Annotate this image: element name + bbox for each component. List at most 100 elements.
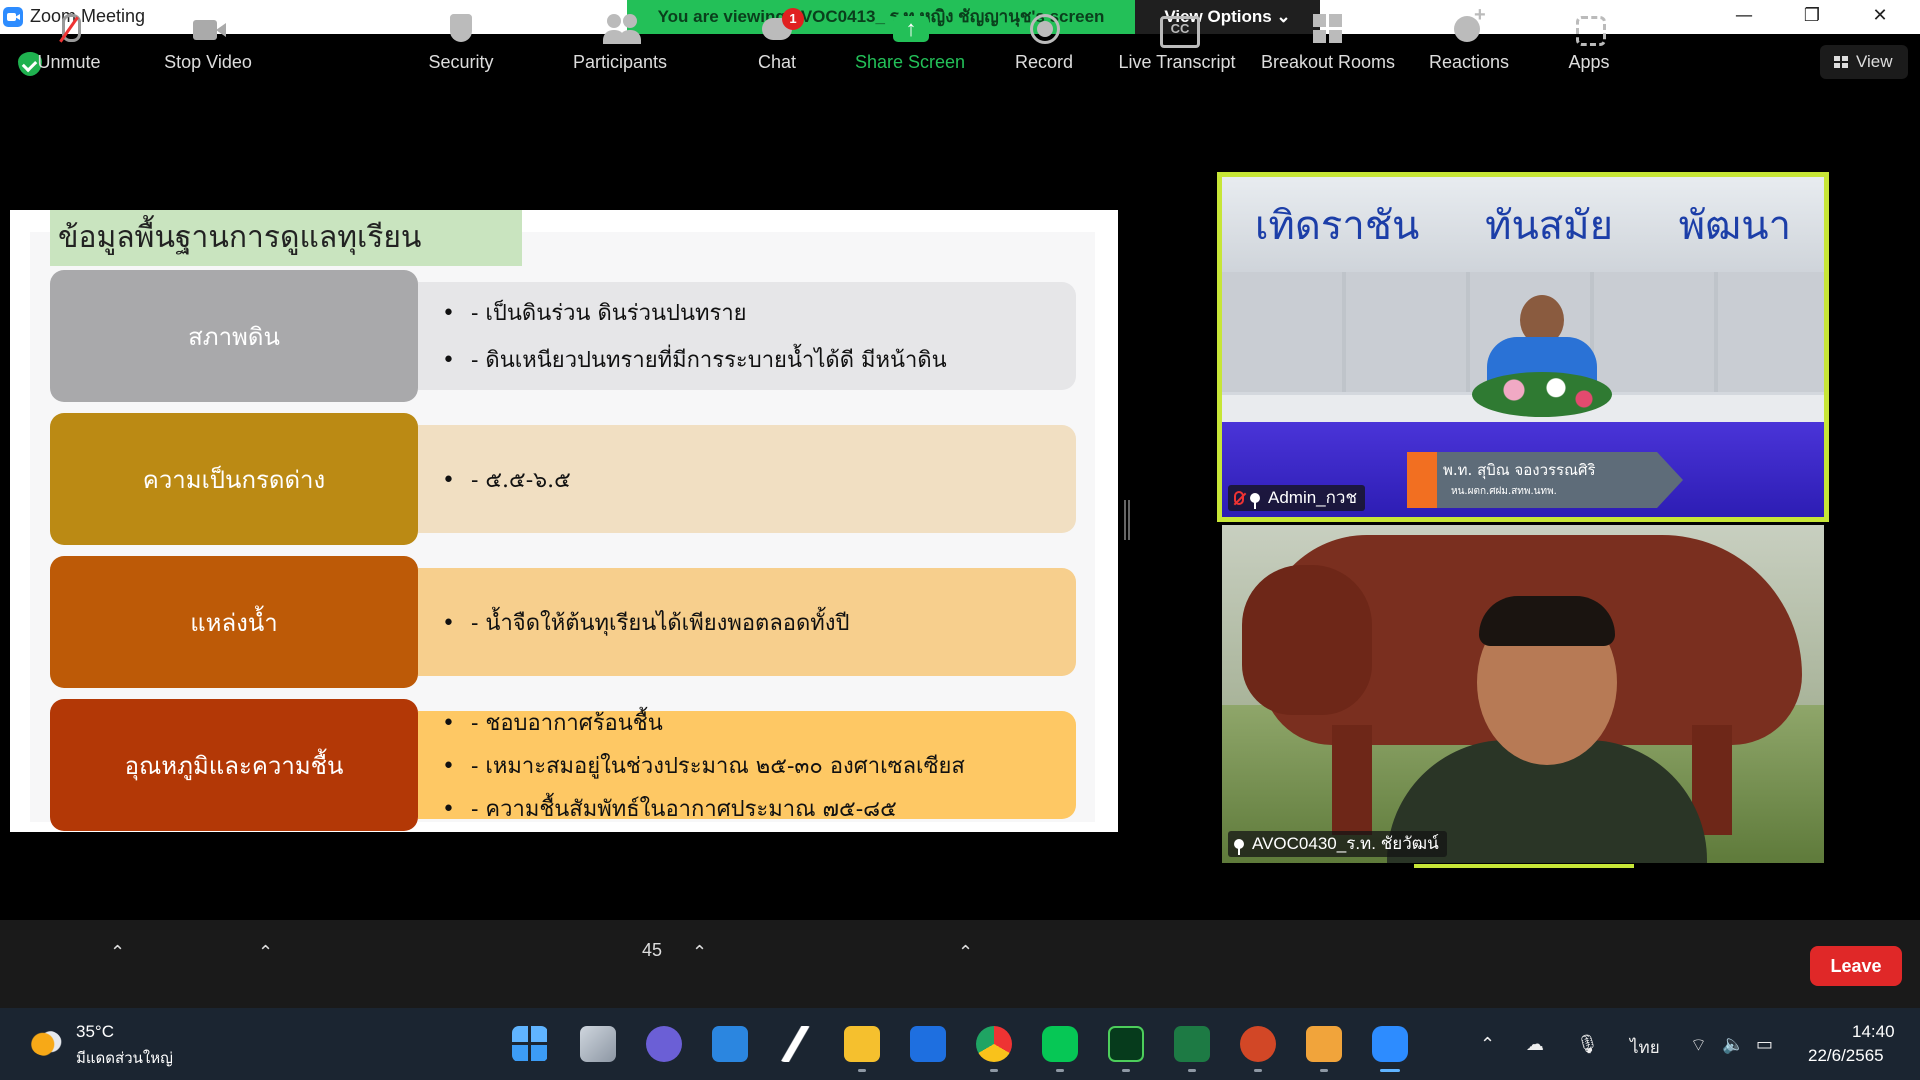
name-plate-line2: หน.ผตก.ศฝม.สทพ.นทพ. [1451,486,1557,497]
share-screen-icon [893,14,929,46]
participant-name: AVOC0430_ร.ท. ชัยวัฒน์ [1252,834,1439,853]
banner-word: เทิดราชัน [1254,202,1420,249]
row-label: สภาพดิน [50,270,418,402]
bullet-line: - ชอบอากาศร้อนชื้น [442,705,1076,740]
row-body: - ชอบอากาศร้อนชื้น - เหมาะสมอยู่ในช่วงปร… [418,711,1076,822]
speaker-name-plate: พ.ท. สุบิณ จองวรรณศิริ หน.ผตก.ศฝม.สทพ.นท… [1407,452,1683,508]
wifi-icon[interactable]: ⌔ [1690,1034,1707,1057]
participant-name-label: AVOC0430_ร.ท. ชัยวัฒน์ [1228,831,1447,857]
start-menu-icon[interactable] [512,1026,548,1062]
close-window-button[interactable]: ✕ [1846,0,1914,34]
security-button[interactable]: Security [418,14,504,84]
battery-icon[interactable]: ▭ [1756,1034,1773,1055]
line-app-icon[interactable] [1042,1026,1078,1062]
security-label: Security [428,52,494,72]
video-options-caret[interactable]: ⌃ [258,942,273,1012]
chrome-icon[interactable] [976,1026,1012,1062]
dreamweaver-icon[interactable] [1108,1026,1144,1062]
unmute-label: Unmute [37,52,101,72]
participants-options-caret[interactable]: ⌃ [692,942,707,1012]
participants-label: Participants [572,52,668,72]
audio-options-caret[interactable]: ⌃ [110,942,125,1012]
weather-temperature[interactable]: 35°C [76,1022,114,1042]
view-label: View [1856,52,1893,71]
minimize-button[interactable]: — [1710,0,1778,34]
show-hidden-icons-chevron[interactable]: ⌃ [1480,1034,1495,1055]
clock-time[interactable]: 14:40 [1852,1022,1895,1042]
microphone-tray-icon[interactable]: 🎙 [1576,1034,1599,1055]
participant-name: Admin_กวช [1268,488,1358,507]
dropbox-icon[interactable] [910,1026,946,1062]
mic-muted-icon [1234,491,1244,505]
running-indicator [1188,1069,1196,1072]
input-language[interactable]: ไทย [1630,1034,1660,1061]
unmute-button[interactable]: Unmute [22,14,116,84]
smiley-plus-icon [1452,4,1486,46]
record-button[interactable]: Record [1006,14,1082,84]
teams-chat-icon[interactable] [646,1026,682,1062]
live-transcript-button[interactable]: Live Transcript [1112,14,1242,84]
restore-button[interactable]: ❐ [1778,0,1846,34]
running-indicator [1320,1069,1328,1072]
share-options-caret[interactable]: ⌃ [958,942,973,1012]
running-indicator [1056,1069,1064,1072]
weather-sun-cloud-icon[interactable] [30,1030,62,1056]
view-layout-button[interactable]: View [1820,45,1908,79]
bullet-line: - ดินเหนียวปนทรายที่มีการระบายน้ำได้ดี ม… [442,342,1076,377]
grid-icon [1834,56,1848,68]
row-label: อุณหภูมิและความชื้น [50,699,418,831]
row-label: ความเป็นกรดด่าง [50,413,418,545]
flower-arrangement [1472,372,1612,417]
powerpoint-icon[interactable] [1240,1026,1276,1062]
participants-button[interactable]: Participants [566,14,674,84]
row-body: - ๕.๕-๖.๕ [418,425,1076,533]
reactions-button[interactable]: Reactions [1424,4,1514,84]
backdrop-banner: เทิดราชัน ทันสมัย พัฒนา [1222,177,1824,272]
reactions-label: Reactions [1428,52,1510,72]
slide-row-water: แหล่งน้ำ - น้ำจืดให้ต้นทุเรียนได้เพียงพอ… [50,556,1085,688]
live-transcript-label: Live Transcript [1118,52,1236,72]
bullet-line: - ความชื้นสัมพัทธ์ในอากาศประมาณ ๗๕-๘๕ [442,791,1076,826]
pin-icon [1234,839,1244,855]
video-tile-speaker[interactable]: AVOC0430_ร.ท. ชัยวัฒน์ [1222,525,1824,863]
row-body: - เป็นดินร่วน ดินร่วนปนทราย - ดินเหนียวป… [418,282,1076,390]
participant-video-person [1387,596,1707,863]
bullet-line: - น้ำจืดให้ต้นทุเรียนได้เพียงพอตลอดทั้งป… [442,605,1076,640]
chat-button[interactable]: 1 Chat [746,8,808,84]
lightning-app-icon[interactable] [778,1026,814,1062]
running-indicator [1122,1069,1130,1072]
share-screen-label: Share Screen [854,52,966,72]
leave-button[interactable]: Leave [1810,946,1902,986]
stop-video-button[interactable]: Stop Video [156,14,260,84]
slide-row-ph: ความเป็นกรดด่าง - ๕.๕-๖.๕ [50,413,1085,545]
apps-label: Apps [1568,52,1610,72]
excel-icon[interactable] [1174,1026,1210,1062]
media-player-icon[interactable] [1306,1026,1342,1062]
record-label: Record [1014,52,1074,72]
file-explorer-icon[interactable] [844,1026,880,1062]
onedrive-cloud-icon[interactable]: ☁ [1526,1034,1544,1055]
apps-icon [1572,14,1606,46]
mail-icon[interactable] [712,1026,748,1062]
running-indicator [858,1069,866,1072]
video-tile-admin[interactable]: เทิดราชัน ทันสมัย พัฒนา พ.ท. สุบิณ จองวร… [1217,172,1829,522]
zoom-app-icon [3,7,23,27]
split-resize-handle[interactable] [1124,500,1130,540]
participants-count: 45 [642,940,663,960]
apps-button[interactable]: Apps [1560,14,1618,84]
banner-word: พัฒนา [1678,202,1792,249]
volume-icon[interactable]: 🔈 [1722,1034,1744,1055]
task-view-icon[interactable] [580,1026,616,1062]
clock-date[interactable]: 22/6/2565 [1808,1046,1884,1066]
share-screen-button[interactable]: Share Screen [852,14,968,84]
participant-name-label: Admin_กวช [1228,485,1366,511]
slide-title: ข้อมูลพื้นฐานการดูแลทุเรียน [50,210,522,266]
name-plate-line1: พ.ท. สุบิณ จองวรรณศิริ [1443,461,1596,479]
chat-bubble-icon: 1 [760,8,804,46]
breakout-rooms-button[interactable]: Breakout Rooms [1258,14,1398,84]
security-shield-icon [444,14,478,46]
chat-label: Chat [757,52,797,72]
zoom-taskbar-icon[interactable] [1372,1026,1408,1062]
weather-description[interactable]: มีแดดส่วนใหญ่ [76,1046,173,1070]
slide-row-soil: สภาพดิน - เป็นดินร่วน ดินร่วนปนทราย - ดิ… [50,270,1085,402]
